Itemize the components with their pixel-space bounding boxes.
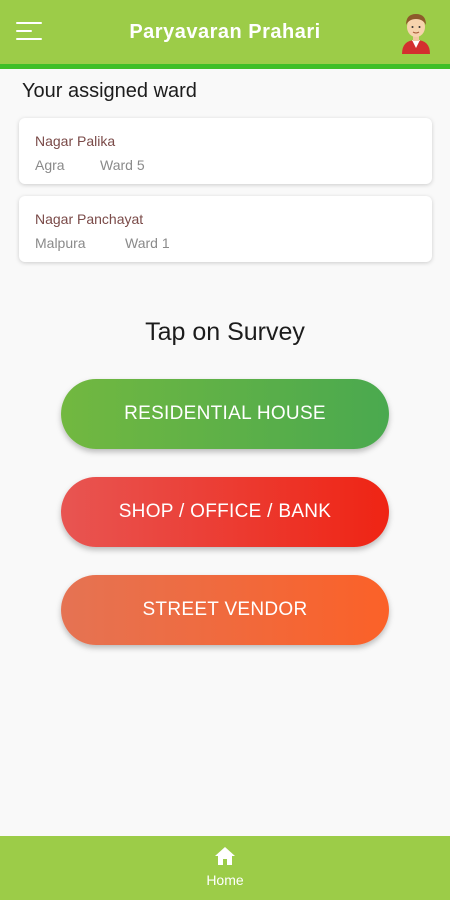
ward-number: Ward 1 [125, 235, 170, 251]
shop-office-bank-button[interactable]: SHOP / OFFICE / BANK [61, 477, 389, 547]
app-header: Paryavaran Prahari [0, 0, 450, 64]
hamburger-menu-icon[interactable] [16, 20, 42, 42]
ward-city: Agra [35, 157, 65, 173]
ward-body-type: Nagar Panchayat [35, 211, 144, 227]
ward-card[interactable]: Nagar Panchayat Malpura Ward 1 [19, 196, 432, 262]
header-accent-stripe [0, 64, 450, 69]
nav-item-home[interactable]: Home [185, 844, 265, 896]
app-screen: Paryavaran Prahari Your assigned ward Na… [0, 0, 450, 900]
home-icon [215, 847, 235, 865]
assigned-ward-title: Your assigned ward [22, 80, 197, 102]
ward-card[interactable]: Nagar Palika Agra Ward 5 [19, 118, 432, 184]
ward-city: Malpura [35, 235, 86, 251]
street-vendor-button[interactable]: STREET VENDOR [61, 575, 389, 645]
ward-number: Ward 5 [100, 157, 145, 173]
bottom-navigation: Home [0, 836, 450, 900]
ward-body-type: Nagar Palika [35, 133, 116, 149]
survey-prompt: Tap on Survey [145, 318, 305, 346]
nav-item-label: Home [206, 872, 244, 888]
app-title: Paryavaran Prahari [129, 20, 321, 43]
user-avatar-icon[interactable] [396, 10, 436, 54]
residential-house-button[interactable]: RESIDENTIAL HOUSE [61, 379, 389, 449]
